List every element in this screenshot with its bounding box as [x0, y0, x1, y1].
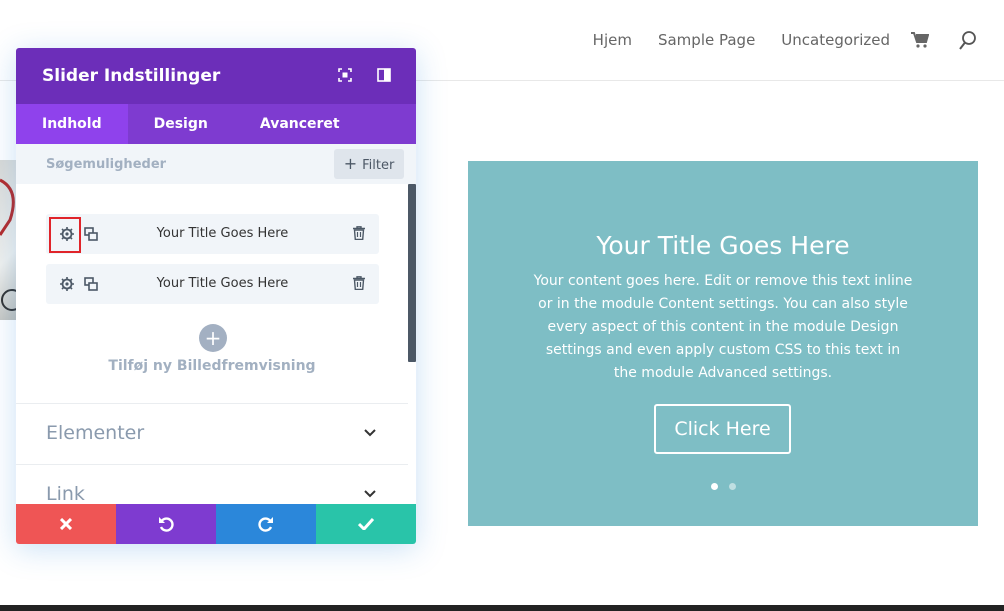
trash-icon[interactable] [353, 226, 365, 240]
gear-highlight-box [49, 217, 81, 253]
section-title: Link [46, 483, 85, 504]
chevron-down-icon [364, 490, 376, 498]
nav-link-uncategorized[interactable]: Uncategorized [781, 31, 890, 49]
slider-dot-2[interactable] [728, 483, 736, 490]
modal-header: Slider Indstillinger [16, 48, 416, 104]
gear-icon[interactable] [60, 277, 74, 291]
nav-link-home[interactable]: Hjem [593, 31, 632, 49]
slide-title: Your Title Goes Here [596, 231, 850, 260]
modal-title: Slider Indstillinger [42, 66, 221, 86]
tab-content[interactable]: Indhold [16, 104, 128, 144]
slider-dot-1[interactable] [710, 483, 718, 490]
undo-icon [159, 517, 174, 532]
section-elements[interactable]: Elementer [16, 403, 408, 463]
slider-settings-modal: Slider Indstillinger Indhold Design Avan… [16, 48, 416, 544]
slide-list-item[interactable]: Your Title Goes Here [46, 264, 379, 304]
slide-content: Your content goes here. Edit or remove t… [533, 273, 913, 381]
close-icon [60, 518, 72, 530]
tab-advanced[interactable]: Avanceret [234, 104, 366, 144]
modal-footer-bar [16, 504, 416, 544]
slide-item-label: Your Title Goes Here [156, 226, 289, 241]
save-button[interactable] [316, 504, 416, 544]
add-slide-button[interactable]: + [199, 324, 227, 352]
fullscreen-icon[interactable] [338, 68, 352, 82]
undo-button[interactable] [116, 504, 216, 544]
trash-icon[interactable] [353, 276, 365, 290]
scrollbar-thumb[interactable] [408, 184, 416, 362]
scrollbar[interactable] [408, 184, 416, 504]
search-icon[interactable] [959, 31, 977, 50]
options-search-placeholder: Søgemuligheder [46, 157, 167, 172]
slide-cta-button[interactable]: Click Here [654, 404, 791, 454]
slide-item-label: Your Title Goes Here [156, 276, 289, 291]
duplicate-icon[interactable] [84, 277, 98, 291]
duplicate-icon[interactable] [84, 227, 98, 241]
modal-tabs: Indhold Design Avanceret [16, 104, 416, 144]
filter-button[interactable]: + Filter [334, 149, 404, 179]
redo-icon [258, 517, 273, 532]
add-slide-label[interactable]: Tilføj ny Billedfremvisning [16, 358, 408, 374]
plus-icon: + [343, 154, 358, 173]
options-search-bar[interactable]: Søgemuligheder + Filter [16, 144, 416, 184]
nav-link-sample-page[interactable]: Sample Page [658, 31, 755, 49]
tab-design[interactable]: Design [128, 104, 234, 144]
slide-list-item[interactable]: Your Title Goes Here [46, 214, 379, 254]
filter-label: Filter [362, 158, 395, 173]
chevron-down-icon [364, 429, 376, 437]
main-nav: Hjem Sample Page Uncategorized [593, 31, 890, 49]
discard-button[interactable] [16, 504, 116, 544]
background-image-peek [0, 160, 16, 320]
slider-dots [468, 483, 978, 490]
plus-icon: + [204, 326, 222, 350]
dock-sidebar-icon[interactable] [377, 68, 391, 82]
page-footer-strip [0, 605, 1004, 611]
redo-button[interactable] [216, 504, 316, 544]
cart-icon[interactable] [911, 32, 929, 48]
check-icon [358, 518, 374, 530]
slider-preview: Your Title Goes Here Your content goes h… [468, 161, 978, 526]
section-title: Elementer [46, 422, 145, 444]
section-link[interactable]: Link [16, 464, 408, 504]
